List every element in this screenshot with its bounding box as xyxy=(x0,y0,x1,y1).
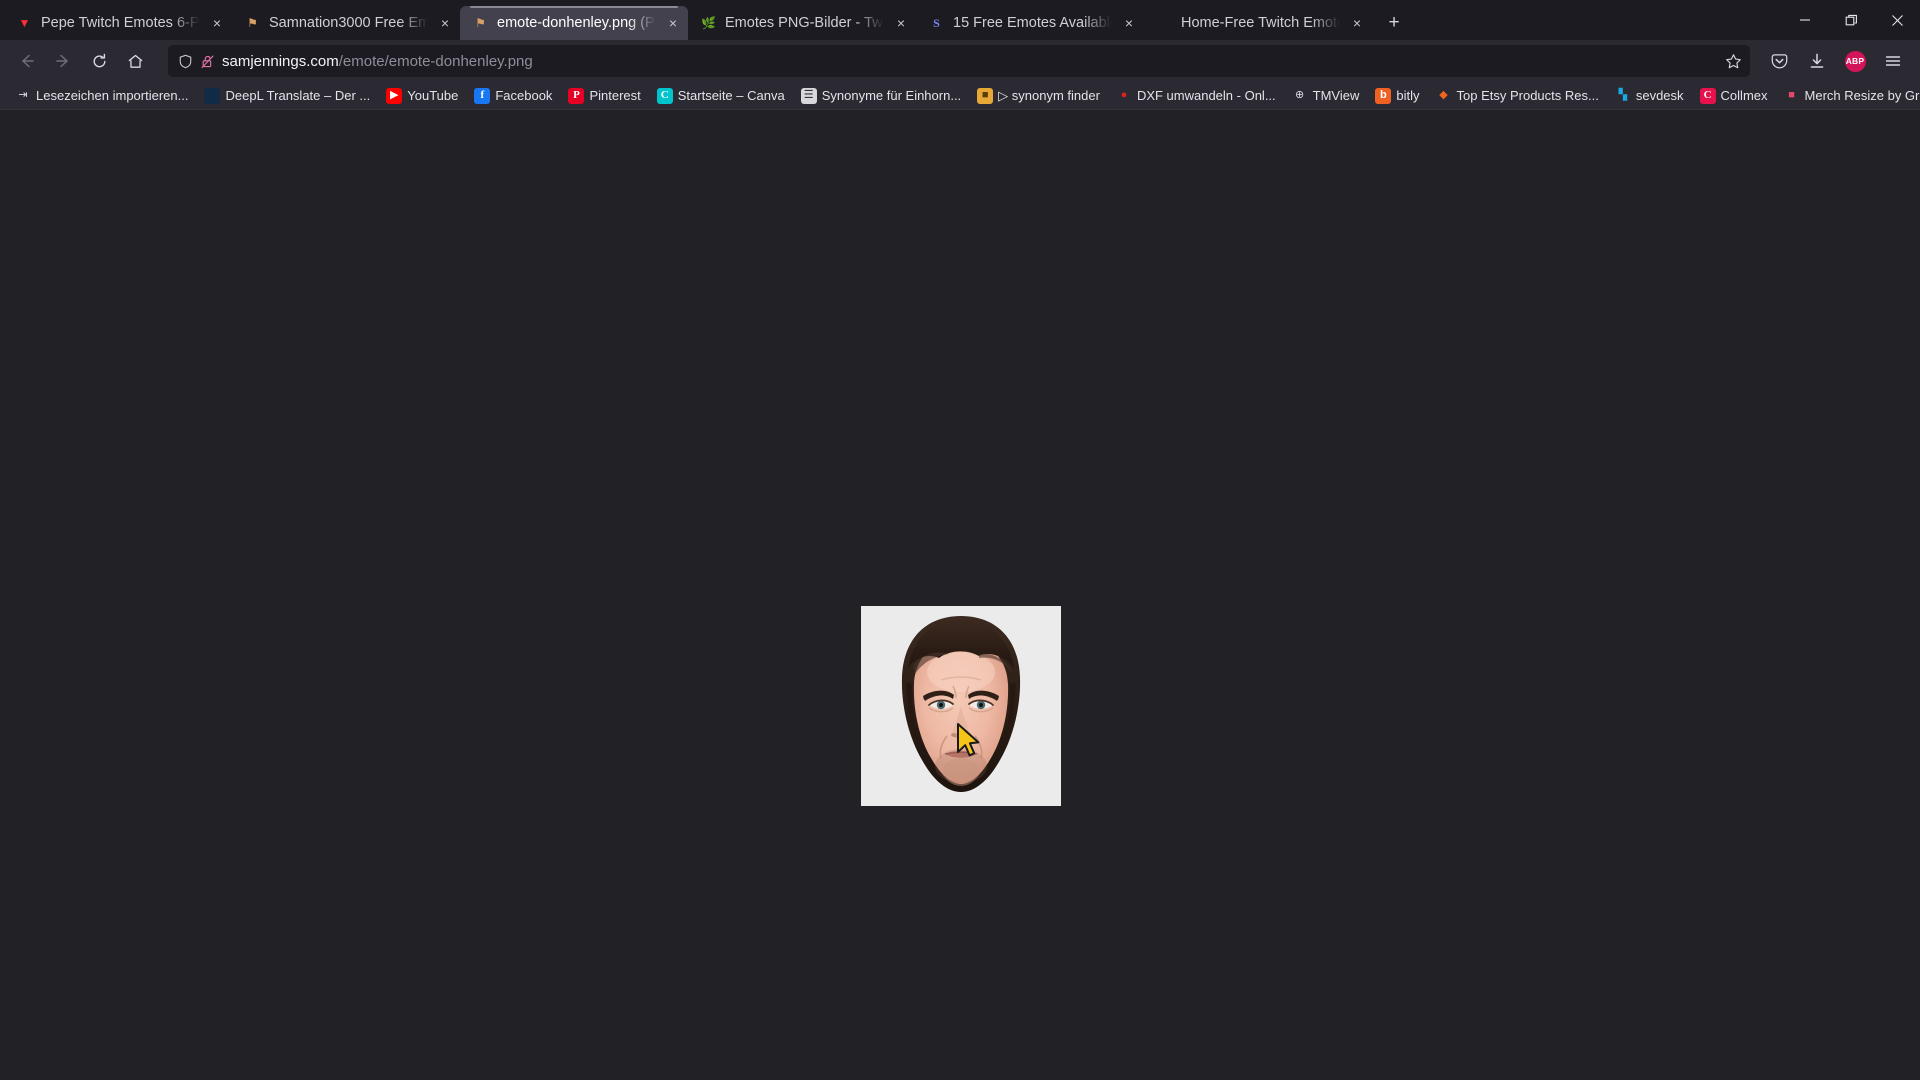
close-icon[interactable] xyxy=(1874,0,1920,40)
emote-portrait-graphic xyxy=(861,606,1061,806)
pepe-icon: ▼ xyxy=(18,16,31,30)
home-icon[interactable] xyxy=(118,45,152,77)
restore-icon[interactable] xyxy=(1828,0,1874,40)
bookmark-item[interactable]: ⇥ Lesezeichen importieren... xyxy=(8,85,195,107)
hamburger-menu-icon[interactable] xyxy=(1876,45,1910,77)
bookmark-label: Lesezeichen importieren... xyxy=(36,88,189,103)
close-icon[interactable]: × xyxy=(664,14,682,32)
url-host: samjennings.com xyxy=(222,52,339,70)
bookmark-label: Top Etsy Products Res... xyxy=(1456,88,1599,103)
flag-icon: ⚑ xyxy=(475,16,486,30)
bookmark-item[interactable]: ■ ▷ synonym finder xyxy=(970,85,1107,107)
sevdesk-icon: ▚ xyxy=(1618,89,1628,101)
download-icon[interactable] xyxy=(1800,45,1834,77)
canva-icon: C xyxy=(656,87,673,104)
close-icon[interactable]: × xyxy=(208,14,226,32)
url-text[interactable]: samjennings.com/emote/emote-donhenley.pn… xyxy=(222,53,1718,70)
bitly-icon: b xyxy=(1375,87,1392,104)
tab-title: Samnation3000 Free Emotes an xyxy=(269,15,428,31)
close-icon[interactable]: × xyxy=(436,14,454,32)
pinterest-icon: P xyxy=(568,87,585,104)
bookmarks-bar: ⇥ Lesezeichen importieren... DeepL Trans… xyxy=(0,82,1920,110)
merch-icon: ■ xyxy=(1788,89,1795,101)
bookmark-item[interactable]: ⊕ TMView xyxy=(1285,85,1367,107)
lock-insecure-icon[interactable] xyxy=(200,54,215,69)
close-icon[interactable]: × xyxy=(1348,14,1366,32)
etsy-icon: ◆ xyxy=(1439,89,1448,101)
adblock-plus-button[interactable]: ABP xyxy=(1838,45,1872,77)
blank-favicon xyxy=(1156,15,1173,32)
bookmark-label: DXF umwandeln - Onl... xyxy=(1136,88,1276,103)
window-controls xyxy=(1782,0,1920,40)
adblock-badge: ABP xyxy=(1844,50,1866,72)
close-icon[interactable]: × xyxy=(892,14,910,32)
tab-strip: ▼ Pepe Twitch Emotes 6-Pack - G × ⚑ Samn… xyxy=(0,0,1920,40)
url-path: /emote/emote-donhenley.png xyxy=(338,52,533,70)
star-icon[interactable] xyxy=(1725,53,1742,70)
bookmark-label: Collmex xyxy=(1720,88,1768,103)
bookmark-item[interactable]: ▶ YouTube xyxy=(379,85,465,107)
bookmark-item[interactable]: f Facebook xyxy=(467,85,559,107)
bookmark-item[interactable]: DeepL Translate – Der ... xyxy=(197,85,377,107)
tab-title: 15 Free Emotes Available To Upl xyxy=(953,15,1112,31)
browser-tab[interactable]: 🌿 Emotes PNG-Bilder - Twitch.tv × xyxy=(688,6,916,40)
facebook-icon: f xyxy=(474,87,491,104)
forward-button[interactable] xyxy=(46,45,80,77)
bookmark-label: Merch Resize by Greg xyxy=(1804,88,1920,103)
bookmark-label: Facebook xyxy=(495,88,553,103)
shield-icon[interactable] xyxy=(178,54,193,69)
leaf-icon: 🌿 xyxy=(701,16,716,30)
dxf-icon: ● xyxy=(1120,89,1128,101)
bookmark-item[interactable]: C Collmex xyxy=(1693,85,1775,107)
bookmark-label: TMView xyxy=(1312,88,1360,103)
bookmark-label: sevdesk xyxy=(1635,88,1684,103)
pocket-icon[interactable] xyxy=(1762,45,1796,77)
bookmark-item[interactable]: ◆ Top Etsy Products Res... xyxy=(1429,85,1606,107)
bookmark-item[interactable]: b bitly xyxy=(1368,85,1426,107)
bookmark-item[interactable]: ▚ sevdesk xyxy=(1608,85,1691,107)
tab-title: Home-Free Twitch Emotes -Downlo xyxy=(1181,15,1340,31)
tab-title: Pepe Twitch Emotes 6-Pack - G xyxy=(41,15,200,31)
browser-tab[interactable]: ▼ Pepe Twitch Emotes 6-Pack - G × xyxy=(4,6,232,40)
emote-image[interactable] xyxy=(861,606,1061,806)
back-button[interactable] xyxy=(10,45,44,77)
address-bar[interactable]: samjennings.com/emote/emote-donhenley.pn… xyxy=(168,45,1750,77)
bookmark-label: Synonyme für Einhorn... xyxy=(821,88,962,103)
youtube-icon: ▶ xyxy=(386,87,403,104)
flag-icon: ⚑ xyxy=(247,16,258,30)
book-icon: ■ xyxy=(977,87,994,104)
bookmark-label: YouTube xyxy=(407,88,459,103)
synonym-icon: ☰ xyxy=(800,87,817,104)
tab-title: Emotes PNG-Bilder - Twitch.tv xyxy=(725,15,884,31)
globe-icon: ⊕ xyxy=(1295,89,1305,101)
new-tab-button[interactable]: + xyxy=(1378,7,1410,39)
bookmark-label: DeepL Translate – Der ... xyxy=(225,88,371,103)
bookmark-label: bitly xyxy=(1396,88,1420,103)
browser-tab-active[interactable]: ⚑ emote-donhenley.png (PNG-G × xyxy=(460,6,688,40)
tab-title: emote-donhenley.png (PNG-G xyxy=(497,15,656,31)
s-icon: S xyxy=(933,16,940,30)
reload-icon[interactable] xyxy=(82,45,116,77)
image-viewer-content xyxy=(0,110,1920,1080)
close-icon[interactable]: × xyxy=(1120,14,1138,32)
bookmark-label: Startseite – Canva xyxy=(677,88,785,103)
navigation-toolbar: samjennings.com/emote/emote-donhenley.pn… xyxy=(0,40,1920,82)
bookmark-item[interactable]: ☰ Synonyme für Einhorn... xyxy=(794,85,968,107)
deepl-icon xyxy=(204,87,221,104)
bookmark-item[interactable]: ● DXF umwandeln - Onl... xyxy=(1109,85,1283,107)
browser-tab[interactable]: Home-Free Twitch Emotes -Downlo × xyxy=(1144,6,1372,40)
bookmark-item[interactable]: C Startseite – Canva xyxy=(650,85,792,107)
browser-tab[interactable]: ⚑ Samnation3000 Free Emotes an × xyxy=(232,6,460,40)
bookmark-item[interactable]: P Pinterest xyxy=(561,85,647,107)
toolbar-icons: ABP xyxy=(1762,45,1910,77)
minimize-icon[interactable] xyxy=(1782,0,1828,40)
bookmark-item[interactable]: ■ Merch Resize by Greg xyxy=(1777,85,1920,107)
collmex-icon: C xyxy=(1699,87,1716,104)
browser-tab[interactable]: S 15 Free Emotes Available To Upl × xyxy=(916,6,1144,40)
bookmark-label: Pinterest xyxy=(589,88,641,103)
bookmark-label: ▷ synonym finder xyxy=(998,87,1100,103)
import-icon: ⇥ xyxy=(18,89,28,101)
